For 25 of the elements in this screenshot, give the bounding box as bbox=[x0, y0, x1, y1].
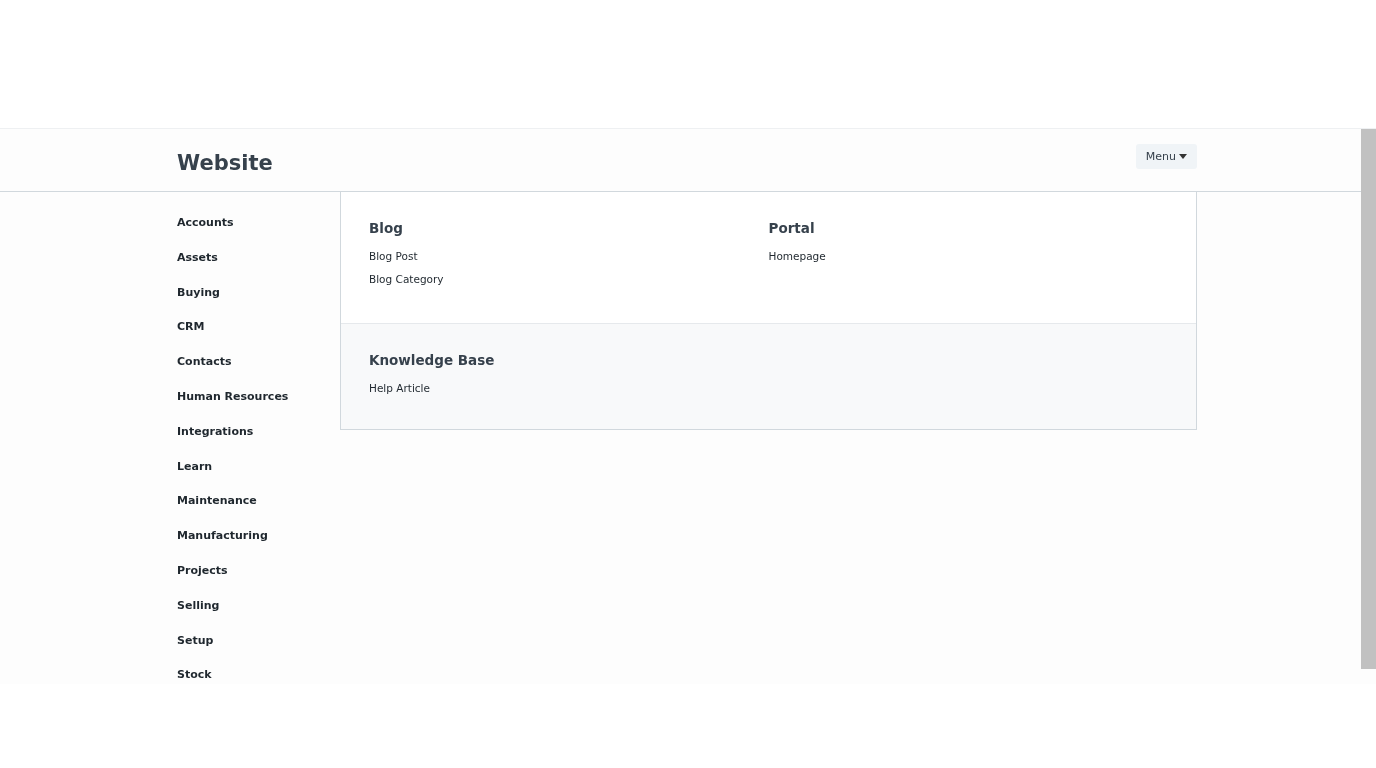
sidebar-item[interactable]: Contacts bbox=[177, 354, 340, 370]
sidebar-item[interactable]: CRM bbox=[177, 319, 340, 335]
caret-icon bbox=[1179, 154, 1187, 159]
sidebar-item[interactable]: Manufacturing bbox=[177, 528, 340, 544]
sidebar-item[interactable]: Buying bbox=[177, 284, 340, 300]
page-title: Website bbox=[177, 151, 273, 175]
sidebar-item[interactable]: Stock bbox=[177, 667, 340, 683]
sidebar-item[interactable]: Accounts bbox=[177, 215, 340, 230]
sidebar-item[interactable]: Setup bbox=[177, 632, 340, 648]
sidebar-item[interactable]: Selling bbox=[177, 597, 340, 613]
scrollbar[interactable] bbox=[1361, 129, 1376, 669]
menu-button[interactable]: Menu bbox=[1135, 144, 1197, 169]
sidebar-item[interactable]: Assets bbox=[177, 249, 340, 265]
section-heading: Blog bbox=[369, 220, 404, 236]
sidebar-item[interactable]: Projects bbox=[177, 562, 340, 578]
section-heading: Portal bbox=[768, 220, 816, 236]
sidebar-item[interactable]: Learn bbox=[177, 458, 340, 474]
module-link[interactable]: Help Article bbox=[369, 382, 796, 394]
module-link[interactable]: Blog Category bbox=[369, 273, 769, 285]
sidebar-item[interactable]: Integrations bbox=[177, 423, 340, 439]
section-heading: Knowledge Base bbox=[369, 352, 496, 368]
sidebar-item[interactable]: Maintenance bbox=[177, 493, 340, 509]
module-link[interactable]: Blog Post bbox=[369, 250, 769, 262]
sidebar-item[interactable]: Human Resources bbox=[177, 389, 340, 404]
module-link[interactable]: Homepage bbox=[768, 250, 1168, 262]
